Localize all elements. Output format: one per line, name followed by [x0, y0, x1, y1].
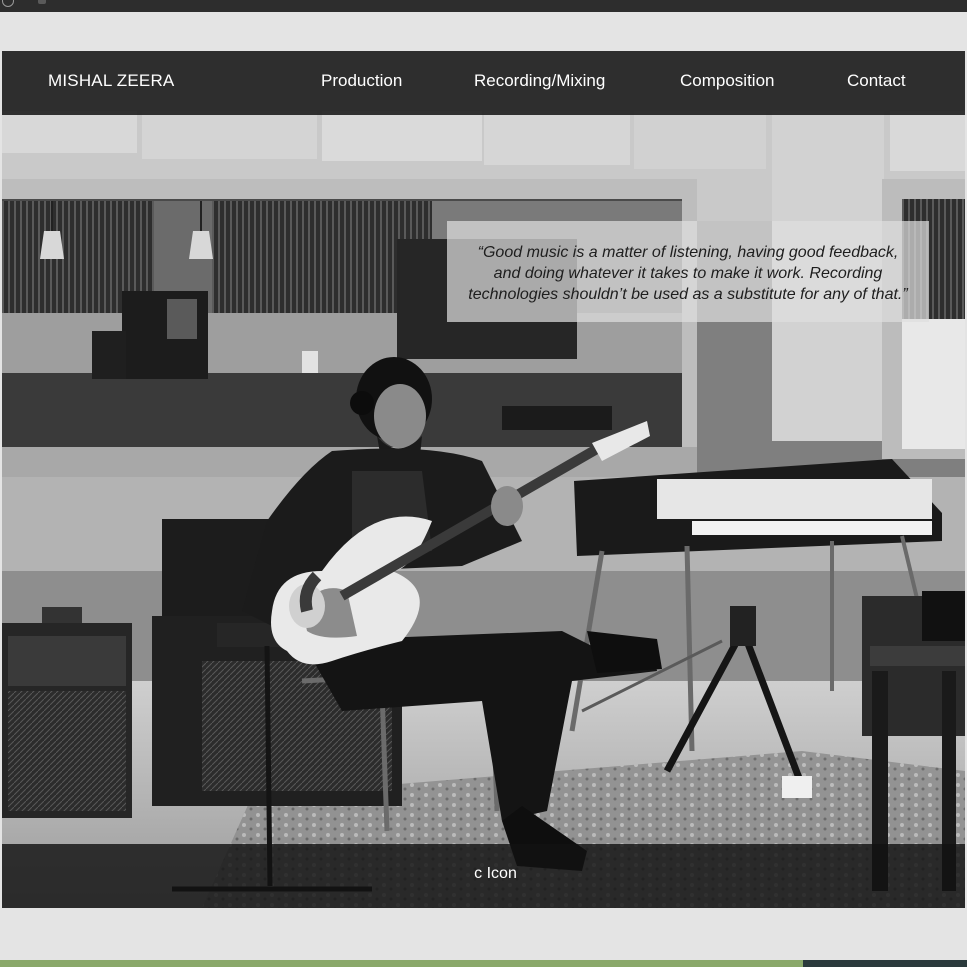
- nav-contact[interactable]: Contact: [847, 71, 906, 91]
- hero-photo: [2, 51, 965, 908]
- info-icon: [2, 0, 14, 7]
- top-navigation-bar: MISHAL ZEERA Production Recording/Mixing…: [2, 51, 965, 115]
- footer-bar: c Icon: [2, 844, 965, 908]
- footer-credit: c Icon: [474, 865, 517, 882]
- next-section-preview: [0, 960, 967, 967]
- browser-top-strip: [0, 0, 967, 12]
- next-section-dark-edge: [803, 960, 967, 967]
- quote-line: technologies shouldn’t be used as a subs…: [468, 286, 908, 303]
- nav-composition[interactable]: Composition: [680, 71, 775, 91]
- nav-production[interactable]: Production: [321, 71, 402, 91]
- nav-recording-mixing[interactable]: Recording/Mixing: [474, 71, 605, 91]
- site-brand[interactable]: MISHAL ZEERA: [48, 71, 174, 91]
- hero-section: MISHAL ZEERA Production Recording/Mixing…: [2, 51, 965, 908]
- site-icon: [38, 0, 46, 4]
- hero-quote: “Good music is a matter of listening, ha…: [447, 221, 929, 322]
- quote-line: “Good music is a matter of listening, ha…: [477, 244, 899, 261]
- quote-line: and doing whatever it takes to make it w…: [493, 265, 883, 282]
